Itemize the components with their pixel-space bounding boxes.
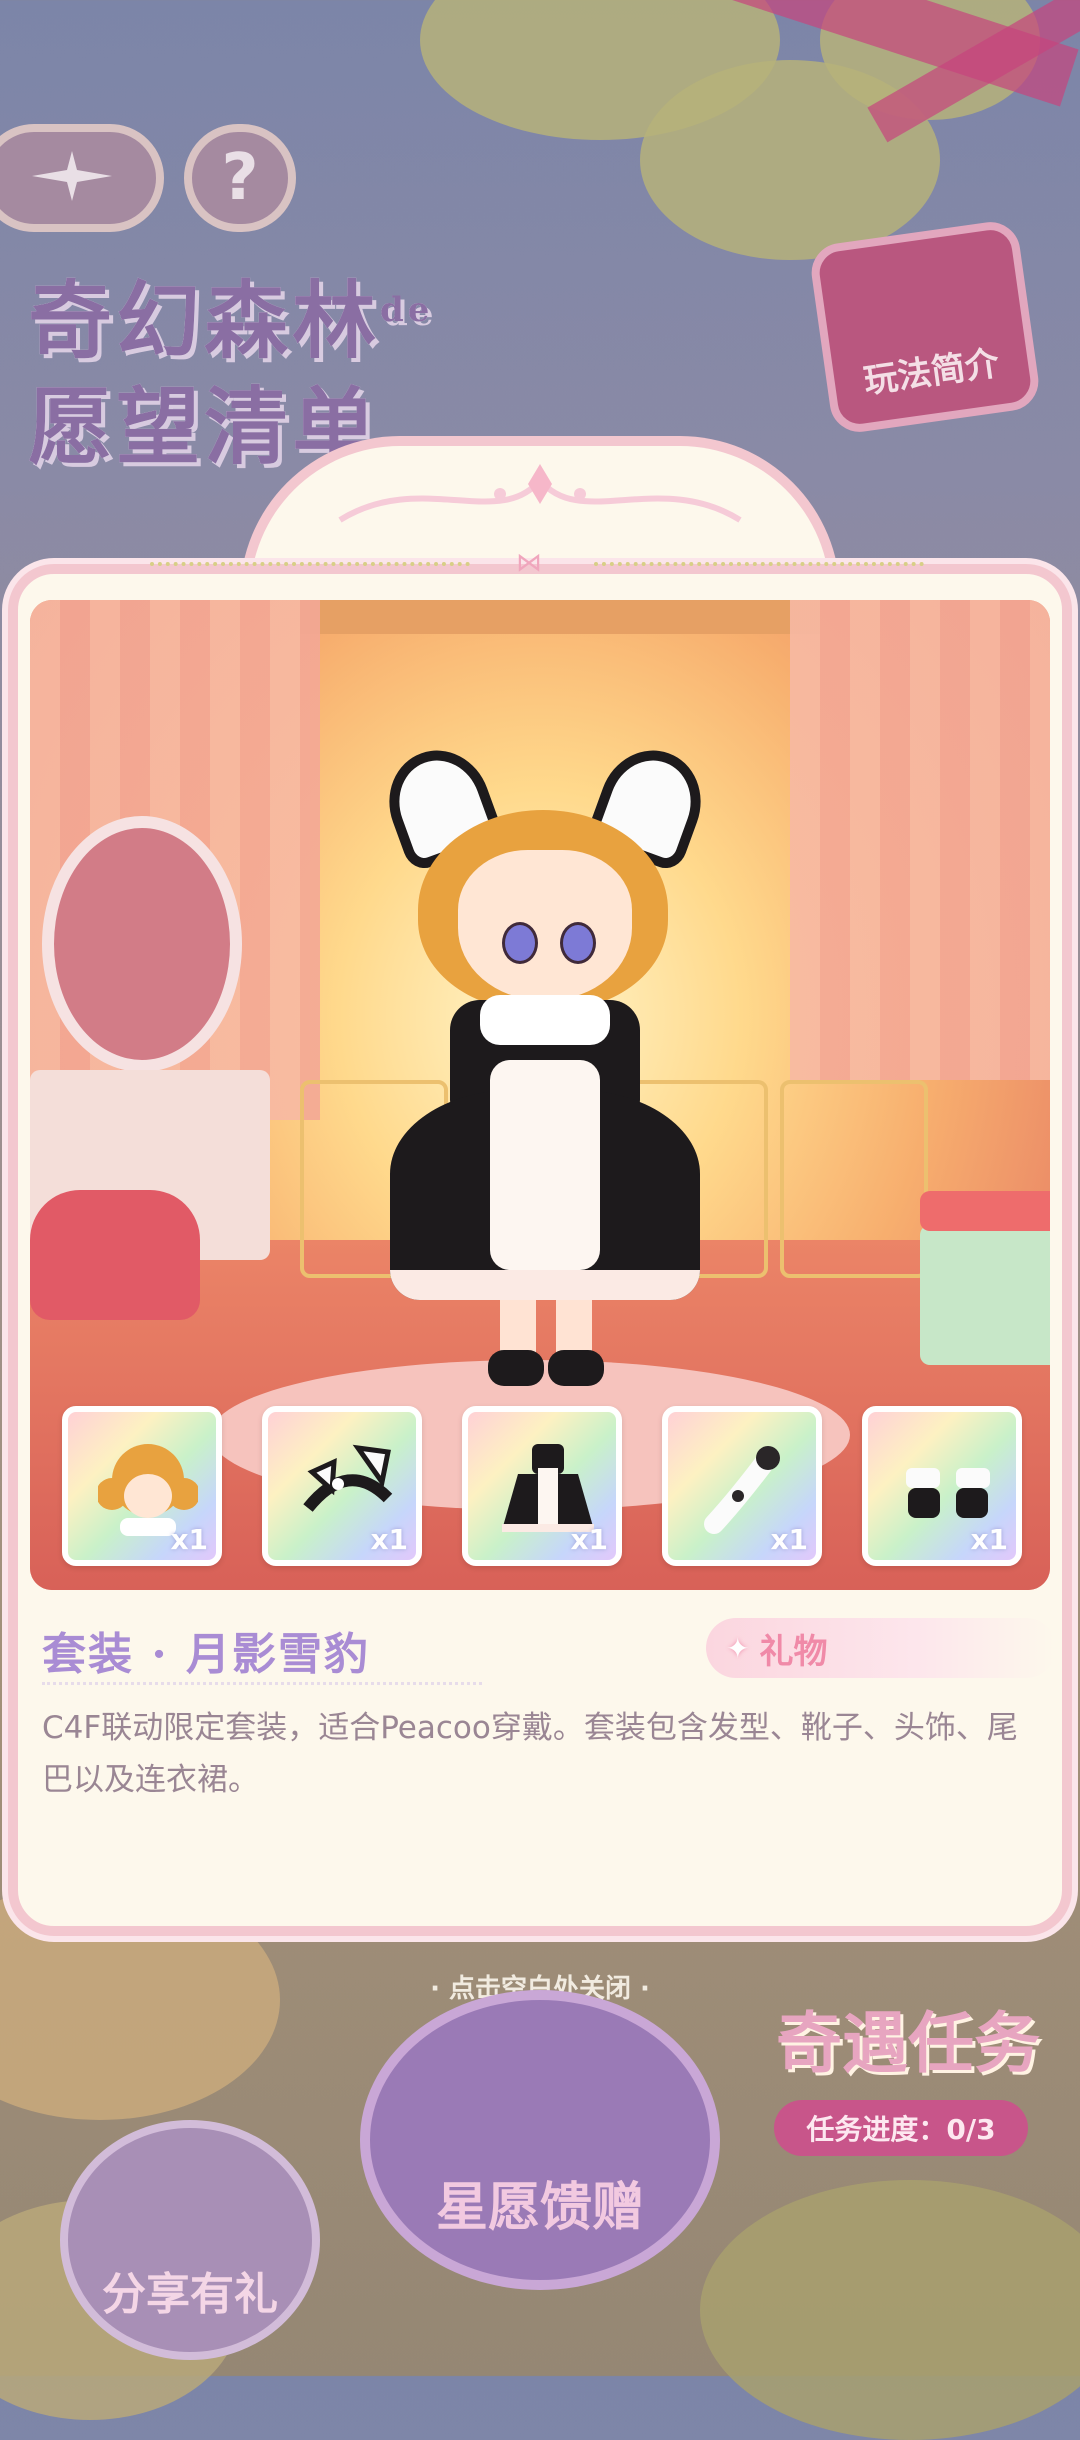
help-button[interactable]: ? <box>184 124 296 232</box>
item-qty: x1 <box>170 1523 208 1556</box>
item-tail[interactable]: x1 <box>662 1406 822 1566</box>
task-title[interactable]: 奇遇任务 <box>776 1990 1040 2086</box>
gift-tag: ✦ 礼物 <box>706 1618 1056 1678</box>
crown-ornament <box>300 460 780 540</box>
item-qty: x1 <box>970 1523 1008 1556</box>
compass-star-icon <box>27 146 117 210</box>
dress-icon <box>498 1438 594 1532</box>
intro-button[interactable]: 玩法简介 <box>807 218 1043 436</box>
task-progress: 任务进度：0/3 <box>774 2100 1028 2156</box>
share-button[interactable]: 分享有礼 <box>60 2120 320 2360</box>
item-qty: x1 <box>770 1523 808 1556</box>
item-hairstyle[interactable]: x1 <box>62 1406 222 1566</box>
hair-icon <box>96 1438 200 1536</box>
share-label: 分享有礼 <box>102 2269 278 2320</box>
dotted-divider-left <box>150 562 470 566</box>
star-wish-button[interactable]: 星愿馈赠 <box>360 1990 720 2290</box>
character-avatar <box>374 736 716 1390</box>
set-title: 套装 · 月影雪豹 <box>42 1629 370 1680</box>
bow-ornament: ⋈ <box>516 548 542 578</box>
vanity-mirror <box>42 816 242 1072</box>
item-dress[interactable]: x1 <box>462 1406 622 1566</box>
set-description: C4F联动限定套装，适合Peacoo穿戴。套装包含发型、靴子、头饰、尾巴以及连衣… <box>42 1710 1018 1798</box>
item-qty: x1 <box>370 1523 408 1556</box>
help-label: ? <box>221 141 259 215</box>
gift-tag-label: 礼物 <box>759 1631 828 1672</box>
headband-icon <box>298 1438 393 1528</box>
back-button[interactable] <box>0 124 164 232</box>
item-headband[interactable]: x1 <box>262 1406 422 1566</box>
item-qty: x1 <box>570 1523 608 1556</box>
sparkle-icon: ✦ <box>726 1631 750 1665</box>
intro-button-label: 玩法简介 <box>861 343 1002 402</box>
game-title: 奇幻森林de 愿望清单 <box>28 260 548 476</box>
boots-icon <box>898 1438 990 1528</box>
dotted-divider-right <box>594 562 924 566</box>
item-boots[interactable]: x1 <box>862 1406 1022 1566</box>
set-title-underline <box>42 1682 482 1685</box>
reward-items: x1 x1 x1 x1 x1 <box>62 1406 1022 1566</box>
tail-icon <box>698 1438 788 1534</box>
game-title-line1: 奇幻森林 <box>28 271 381 370</box>
game-title-suffix: de <box>380 290 434 330</box>
star-wish-label: 星愿馈赠 <box>435 2177 644 2238</box>
